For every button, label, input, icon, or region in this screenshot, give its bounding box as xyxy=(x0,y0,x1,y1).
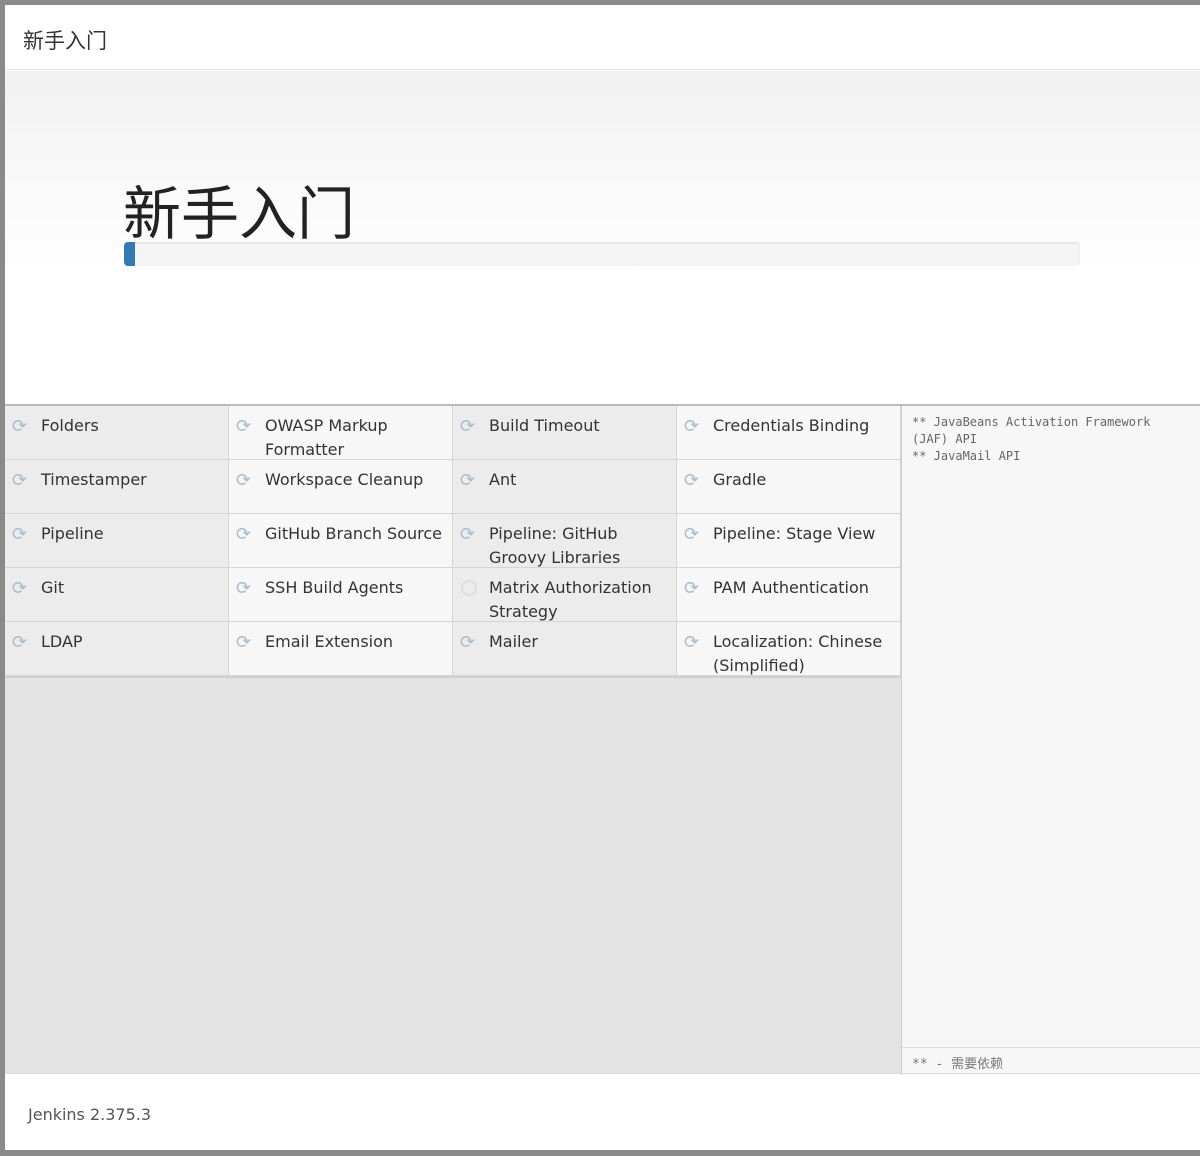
plugin-grid: ⟳ Folders ⟳ OWASP Markup Formatter ⟳ Build Ti… xyxy=(5,406,901,678)
plugin-item: ⟳ Folders xyxy=(5,406,229,460)
refresh-icon: ⟳ xyxy=(12,524,28,545)
plugin-item: ⟳ Ant xyxy=(453,460,677,514)
install-panel: ⟳ Folders ⟳ OWASP Markup Formatter ⟳ Build Ti… xyxy=(5,404,1200,1075)
plugin-item: ⟳ OWASP Markup Formatter xyxy=(229,406,453,460)
plugin-item: ⟳ Pipeline: GitHub Groovy Libraries xyxy=(453,514,677,568)
plugin-name: Build Timeout xyxy=(489,416,600,435)
refresh-icon: ⟳ xyxy=(12,578,28,599)
plugin-item: ⟳ Pipeline: Stage View xyxy=(677,514,901,568)
refresh-icon: ⟳ xyxy=(12,416,28,437)
plugin-name: OWASP Markup Formatter xyxy=(265,416,388,459)
refresh-icon: ⟳ xyxy=(236,416,252,437)
plugin-item: ⟳ Localization: Chinese (Simplified) xyxy=(677,622,901,676)
refresh-icon: ⟳ xyxy=(460,632,476,653)
header-title: 新手入门 xyxy=(5,5,1200,70)
plugin-item: ⟳ Gradle xyxy=(677,460,901,514)
plugin-item: ⟳ Timestamper xyxy=(5,460,229,514)
refresh-icon: ⟳ xyxy=(12,470,28,491)
plugin-name: Folders xyxy=(41,416,99,435)
refresh-icon: ⟳ xyxy=(236,578,252,599)
plugin-name: Mailer xyxy=(489,632,538,651)
plugin-name: LDAP xyxy=(41,632,83,651)
plugin-name: Pipeline xyxy=(41,524,104,543)
refresh-icon: ⟳ xyxy=(236,470,252,491)
plugin-item: ⟳ Credentials Binding xyxy=(677,406,901,460)
plugin-item: Matrix Authorization Strategy xyxy=(453,568,677,622)
refresh-icon: ⟳ xyxy=(236,632,252,653)
log-legend: ** - 需要依赖 xyxy=(902,1047,1200,1075)
plugin-name: Ant xyxy=(489,470,517,489)
plugin-name: SSH Build Agents xyxy=(265,578,404,597)
plugin-name: Matrix Authorization Strategy xyxy=(489,578,652,621)
plugin-name: Credentials Binding xyxy=(713,416,870,435)
plugin-item: ⟳ Pipeline xyxy=(5,514,229,568)
refresh-icon: ⟳ xyxy=(684,524,700,545)
refresh-icon: ⟳ xyxy=(684,578,700,599)
refresh-icon: ⟳ xyxy=(684,632,700,653)
hero: 新手入门 xyxy=(5,71,1200,404)
plugin-name: PAM Authentication xyxy=(713,578,869,597)
plugin-item: ⟳ PAM Authentication xyxy=(677,568,901,622)
refresh-icon: ⟳ xyxy=(460,470,476,491)
refresh-icon: ⟳ xyxy=(460,416,476,437)
plugin-item: ⟳ SSH Build Agents xyxy=(229,568,453,622)
plugin-name: Pipeline: Stage View xyxy=(713,524,876,543)
plugin-name: Email Extension xyxy=(265,632,394,651)
pending-circle-icon xyxy=(461,580,477,596)
install-log-text: ** JavaBeans Activation Framework (JAF) … xyxy=(912,415,1151,463)
plugin-name: GitHub Branch Source xyxy=(265,524,443,543)
setup-wizard-window: 新手入门 新手入门 ⟳ Folders ⟳ OWASP Markup Formatte… xyxy=(5,5,1200,1150)
plugin-name: Git xyxy=(41,578,65,597)
refresh-icon: ⟳ xyxy=(236,524,252,545)
progress-fill xyxy=(124,242,136,266)
plugin-item: ⟳ Build Timeout xyxy=(453,406,677,460)
plugin-name: Gradle xyxy=(713,470,767,489)
plugin-name: Timestamper xyxy=(41,470,147,489)
plugin-name: Workspace Cleanup xyxy=(265,470,424,489)
plugin-name: Pipeline: GitHub Groovy Libraries xyxy=(489,524,621,567)
plugin-item: ⟳ GitHub Branch Source xyxy=(229,514,453,568)
plugin-item: ⟳ LDAP xyxy=(5,622,229,676)
install-progress-bar xyxy=(124,242,1080,266)
plugin-item: ⟳ Email Extension xyxy=(229,622,453,676)
plugin-item: ⟳ Git xyxy=(5,568,229,622)
refresh-icon: ⟳ xyxy=(684,470,700,491)
refresh-icon: ⟳ xyxy=(460,524,476,545)
footer-version: Jenkins 2.375.3 xyxy=(5,1073,1200,1150)
plugin-item: ⟳ Mailer xyxy=(453,622,677,676)
refresh-icon: ⟳ xyxy=(684,416,700,437)
page-title: 新手入门 xyxy=(123,180,356,248)
refresh-icon: ⟳ xyxy=(12,632,28,653)
install-log: ** JavaBeans Activation Framework (JAF) … xyxy=(901,406,1200,1075)
plugin-item: ⟳ Workspace Cleanup xyxy=(229,460,453,514)
plugin-name: Localization: Chinese (Simplified) xyxy=(713,632,883,675)
